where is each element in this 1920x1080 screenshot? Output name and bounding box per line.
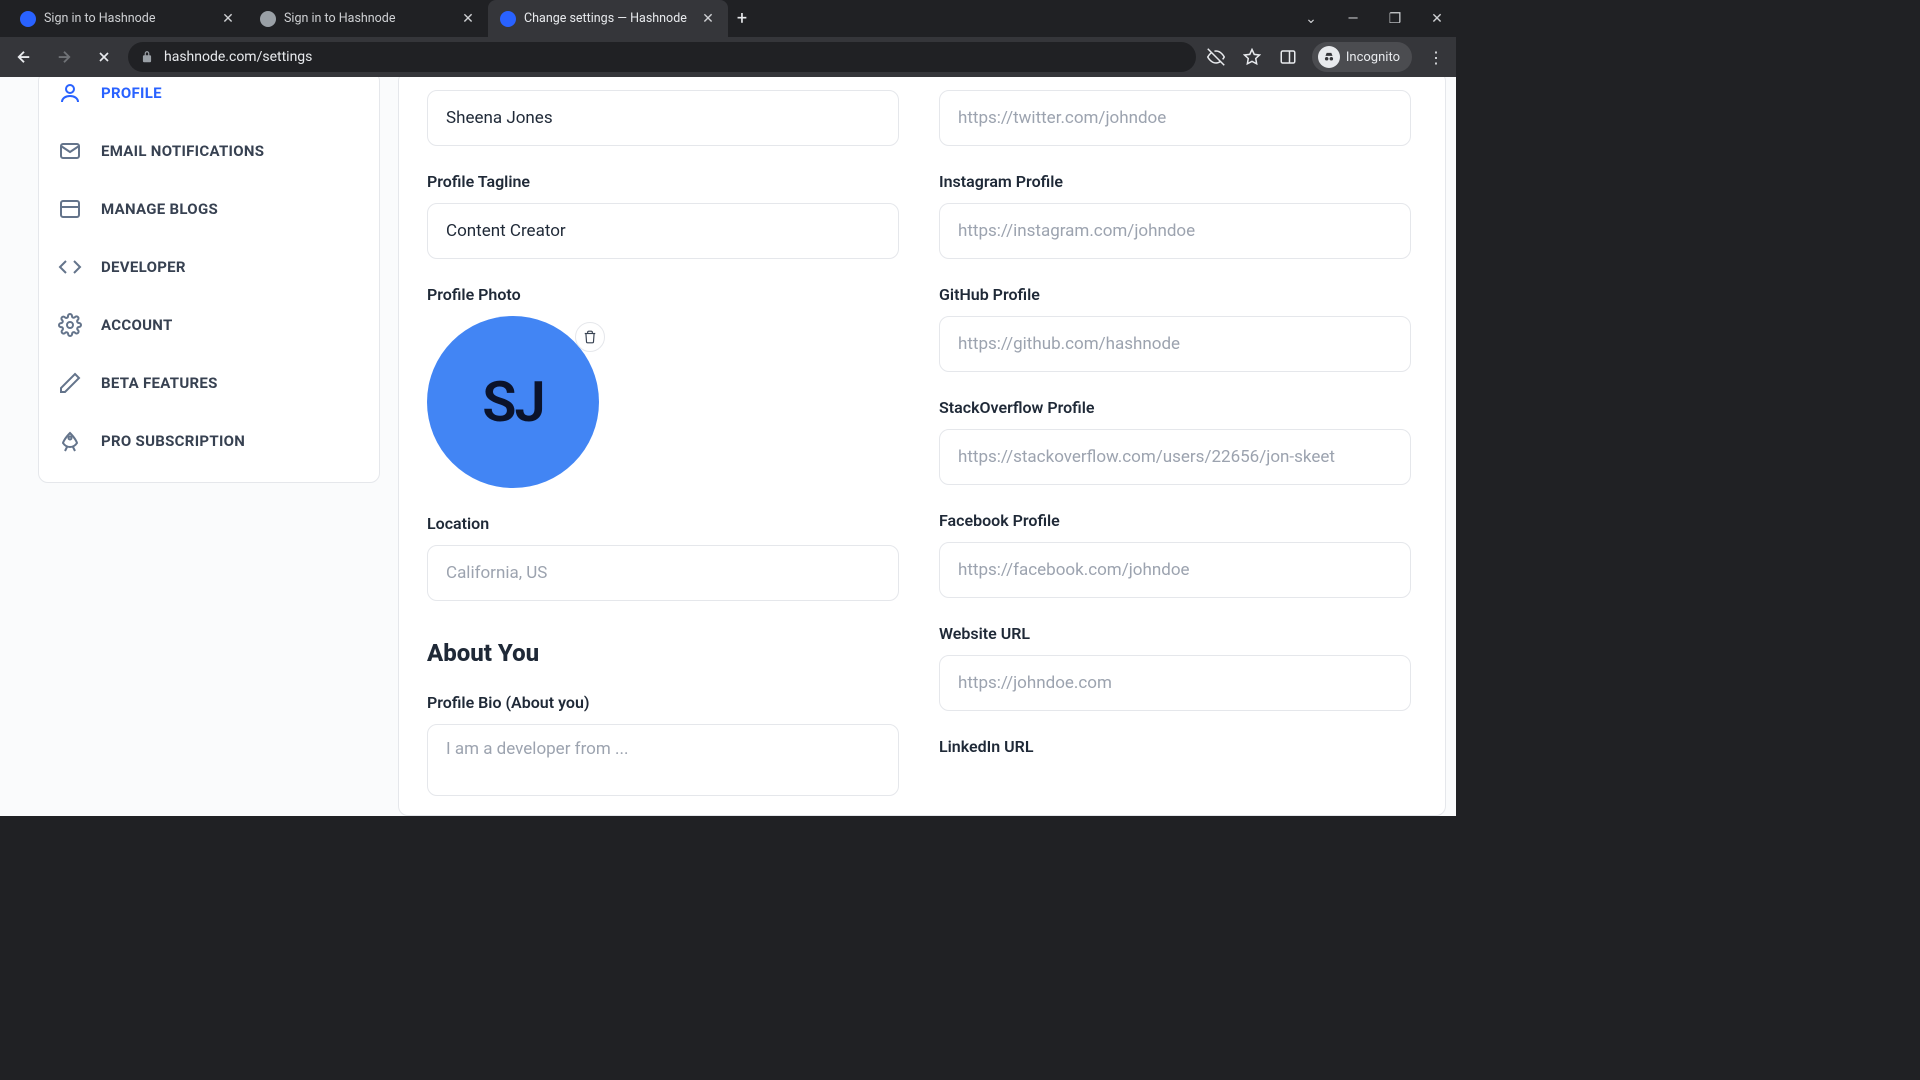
eye-off-icon[interactable] bbox=[1204, 45, 1228, 69]
sidebar-item-label: BETA FEATURES bbox=[101, 374, 218, 392]
close-icon[interactable]: ✕ bbox=[700, 11, 716, 27]
location-input[interactable] bbox=[427, 545, 899, 601]
gear-icon bbox=[57, 312, 83, 338]
sidebar-item-account[interactable]: ACCOUNT bbox=[39, 296, 379, 354]
sidebar-item-label: DEVELOPER bbox=[101, 258, 186, 276]
browser-title-bar: Sign in to Hashnode ✕ Sign in to Hashnod… bbox=[0, 0, 1456, 37]
avatar-initials: SJ bbox=[482, 369, 543, 435]
tab-title: Change settings — Hashnode bbox=[524, 11, 687, 26]
window-controls: ⌄ ― ❐ ✕ bbox=[1298, 0, 1456, 37]
avatar[interactable]: SJ bbox=[427, 316, 599, 488]
website-input[interactable] bbox=[939, 655, 1411, 711]
toolbar-right: Incognito ⋮ bbox=[1204, 42, 1448, 72]
sidebar-item-profile[interactable]: PROFILE bbox=[39, 77, 379, 122]
trash-icon bbox=[583, 330, 597, 344]
linkedin-label: LinkedIn URL bbox=[939, 737, 1411, 756]
new-tab-button[interactable]: + bbox=[728, 0, 756, 37]
tab-search-icon[interactable]: ⌄ bbox=[1298, 11, 1324, 27]
close-icon[interactable]: ✕ bbox=[460, 11, 476, 27]
tab-0[interactable]: Sign in to Hashnode ✕ bbox=[8, 0, 248, 37]
photo-label: Profile Photo bbox=[427, 285, 899, 304]
close-icon[interactable]: ✕ bbox=[220, 11, 236, 27]
user-icon bbox=[57, 80, 83, 106]
hashnode-favicon-icon bbox=[500, 11, 516, 27]
instagram-input[interactable] bbox=[939, 203, 1411, 259]
facebook-label: Facebook Profile bbox=[939, 511, 1411, 530]
bio-label: Profile Bio (About you) bbox=[427, 693, 899, 712]
tab-title: Sign in to Hashnode bbox=[284, 11, 396, 26]
sidebar-item-label: ACCOUNT bbox=[101, 316, 173, 334]
tab-2[interactable]: Change settings — Hashnode ✕ bbox=[488, 0, 728, 37]
sidebar-item-label: PROFILE bbox=[101, 84, 162, 102]
sidebar-item-label: PRO SUBSCRIPTION bbox=[101, 432, 245, 450]
forward-button[interactable] bbox=[48, 41, 80, 73]
close-window-icon[interactable]: ✕ bbox=[1424, 11, 1450, 27]
github-label: GitHub Profile bbox=[939, 285, 1411, 304]
minimize-icon[interactable]: ― bbox=[1340, 11, 1366, 27]
about-heading: About You bbox=[427, 639, 899, 667]
right-column: Instagram Profile GitHub Profile StackOv… bbox=[939, 77, 1411, 800]
mail-icon bbox=[57, 138, 83, 164]
bio-textarea[interactable] bbox=[427, 724, 899, 796]
incognito-label: Incognito bbox=[1346, 50, 1400, 65]
settings-content: Profile Tagline Profile Photo SJ Locatio… bbox=[398, 77, 1446, 816]
incognito-badge[interactable]: Incognito bbox=[1312, 42, 1412, 72]
hashnode-favicon-icon bbox=[20, 11, 36, 27]
so-label: StackOverflow Profile bbox=[939, 398, 1411, 417]
github-input[interactable] bbox=[939, 316, 1411, 372]
facebook-input[interactable] bbox=[939, 542, 1411, 598]
layout-icon bbox=[57, 196, 83, 222]
sidebar-item-label: MANAGE BLOGS bbox=[101, 200, 218, 218]
stop-button[interactable] bbox=[88, 41, 120, 73]
browser-toolbar: hashnode.com/settings Incognito ⋮ bbox=[0, 37, 1456, 77]
rocket-icon bbox=[57, 428, 83, 454]
sidebar-item-developer[interactable]: DEVELOPER bbox=[39, 238, 379, 296]
website-label: Website URL bbox=[939, 624, 1411, 643]
pencil-icon bbox=[57, 370, 83, 396]
page-viewport: PROFILE EMAIL NOTIFICATIONS MANAGE BLOGS… bbox=[0, 77, 1456, 816]
avatar-wrap: SJ bbox=[427, 316, 599, 488]
back-button[interactable] bbox=[8, 41, 40, 73]
maximize-icon[interactable]: ❐ bbox=[1382, 11, 1408, 27]
name-input[interactable] bbox=[427, 90, 899, 146]
twitter-input[interactable] bbox=[939, 90, 1411, 146]
sidebar-item-email[interactable]: EMAIL NOTIFICATIONS bbox=[39, 122, 379, 180]
tab-title: Sign in to Hashnode bbox=[44, 11, 156, 26]
address-bar[interactable]: hashnode.com/settings bbox=[128, 42, 1196, 72]
kebab-menu-icon[interactable]: ⋮ bbox=[1424, 45, 1448, 69]
lock-icon bbox=[140, 50, 154, 64]
tabs-row: Sign in to Hashnode ✕ Sign in to Hashnod… bbox=[0, 0, 1298, 37]
tagline-input[interactable] bbox=[427, 203, 899, 259]
sidebar-item-beta[interactable]: BETA FEATURES bbox=[39, 354, 379, 412]
delete-photo-button[interactable] bbox=[575, 322, 605, 352]
url-text: hashnode.com/settings bbox=[164, 49, 312, 65]
sidebar-item-blogs[interactable]: MANAGE BLOGS bbox=[39, 180, 379, 238]
code-icon bbox=[57, 254, 83, 280]
tab-1[interactable]: Sign in to Hashnode ✕ bbox=[248, 0, 488, 37]
side-panel-icon[interactable] bbox=[1276, 45, 1300, 69]
tagline-label: Profile Tagline bbox=[427, 172, 899, 191]
incognito-icon bbox=[1318, 46, 1340, 68]
settings-sidebar: PROFILE EMAIL NOTIFICATIONS MANAGE BLOGS… bbox=[38, 77, 380, 483]
instagram-label: Instagram Profile bbox=[939, 172, 1411, 191]
left-column: Profile Tagline Profile Photo SJ Locatio… bbox=[427, 77, 899, 800]
so-input[interactable] bbox=[939, 429, 1411, 485]
location-label: Location bbox=[427, 514, 899, 533]
sidebar-item-pro[interactable]: PRO SUBSCRIPTION bbox=[39, 412, 379, 470]
sidebar-item-label: EMAIL NOTIFICATIONS bbox=[101, 142, 264, 160]
globe-favicon-icon bbox=[260, 11, 276, 27]
bookmark-star-icon[interactable] bbox=[1240, 45, 1264, 69]
